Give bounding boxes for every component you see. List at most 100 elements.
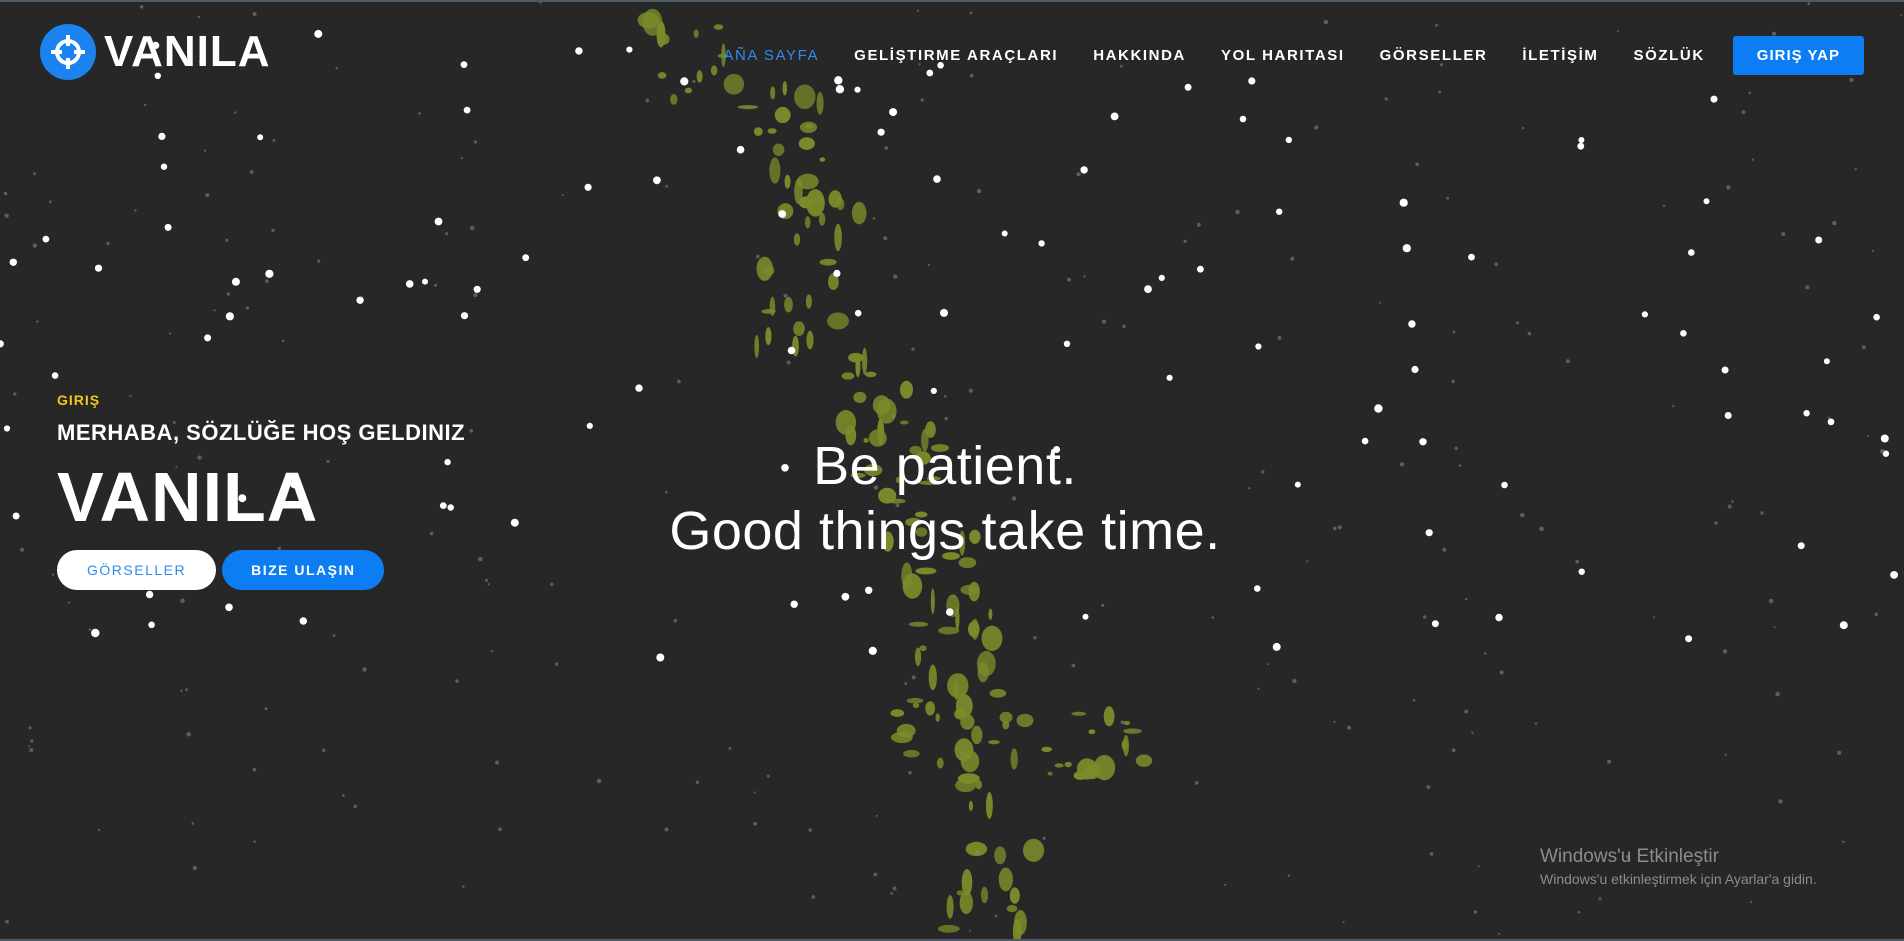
- paint-drop: [925, 701, 936, 716]
- star: [584, 183, 592, 191]
- faint-star: [353, 804, 357, 809]
- star: [145, 590, 154, 599]
- star: [422, 278, 428, 285]
- brand-logo[interactable]: VANILA: [40, 24, 271, 80]
- star: [1038, 240, 1045, 247]
- faint-star: [1451, 748, 1456, 753]
- faint-star: [28, 745, 30, 748]
- faint-star: [322, 748, 326, 752]
- faint-star: [185, 688, 189, 692]
- faint-star: [418, 112, 421, 115]
- star: [841, 592, 850, 601]
- nav-item-about[interactable]: HAKKINDA: [1093, 47, 1186, 64]
- star: [510, 518, 519, 527]
- faint-star: [786, 360, 791, 365]
- faint-star: [561, 194, 564, 197]
- paint-drop: [737, 105, 758, 110]
- faint-star: [143, 103, 147, 107]
- faint-star: [249, 170, 254, 174]
- faint-star: [665, 184, 669, 188]
- paint-drop: [980, 886, 989, 904]
- star: [160, 163, 168, 170]
- faint-star: [4, 213, 9, 218]
- faint-star: [252, 12, 257, 16]
- faint-star: [1423, 615, 1427, 619]
- faint-star: [1781, 232, 1786, 237]
- quote-line-1: Be patient.: [813, 436, 1077, 496]
- main-nav: AÑA SAYFA GELİŞTIRME ARAÇLARI HAKKINDA Y…: [688, 36, 1864, 75]
- faint-star: [1435, 23, 1438, 27]
- nav-item-roadmap[interactable]: YOL HARITASI: [1221, 47, 1345, 64]
- faint-star: [1616, 30, 1619, 33]
- paint-drop: [957, 773, 980, 784]
- faint-star: [904, 682, 908, 685]
- faint-star: [490, 649, 493, 653]
- faint-star: [1874, 612, 1878, 617]
- faint-star: [766, 774, 770, 778]
- faint-star: [969, 11, 973, 15]
- faint-star: [975, 850, 980, 855]
- paint-drop: [767, 128, 777, 134]
- faint-star: [1741, 110, 1746, 115]
- paint-drop: [988, 740, 1000, 745]
- paint-drop: [956, 890, 965, 896]
- star: [680, 77, 689, 86]
- star: [736, 145, 745, 154]
- faint-star: [1452, 330, 1456, 334]
- star: [635, 384, 643, 392]
- faint-star: [332, 634, 336, 637]
- faint-star: [1805, 285, 1810, 290]
- paint-drop: [968, 800, 974, 812]
- paint-drop: [784, 296, 793, 313]
- faint-star: [213, 309, 216, 312]
- faint-star: [1333, 720, 1336, 724]
- star: [626, 46, 633, 53]
- paint-drop: [796, 173, 819, 190]
- paint-drop: [841, 372, 855, 380]
- star: [933, 175, 941, 183]
- star: [656, 653, 665, 662]
- star: [1184, 83, 1192, 91]
- faint-star: [460, 157, 463, 160]
- paint-drop: [936, 757, 944, 769]
- nav-item-dictionary[interactable]: SÖZLÜK: [1634, 47, 1705, 64]
- paint-drop: [935, 713, 940, 722]
- contact-us-button[interactable]: BIZE ULAŞIN: [222, 550, 385, 590]
- faint-star: [1727, 504, 1732, 509]
- faint-star: [1292, 678, 1297, 684]
- paint-drop: [1073, 771, 1088, 780]
- star: [1890, 571, 1898, 579]
- star: [833, 269, 841, 277]
- nav-item-dev-tools[interactable]: GELİŞTIRME ARAÇLARI: [854, 47, 1058, 64]
- nav-item-gallery[interactable]: GÖRSELLER: [1380, 47, 1488, 64]
- faint-star: [139, 5, 144, 9]
- faint-star: [1539, 526, 1544, 532]
- watermark-title: Windows'u Etkinleştir: [1540, 846, 1719, 867]
- faint-star: [1337, 525, 1342, 530]
- star: [1827, 418, 1835, 426]
- paint-drop: [1123, 720, 1131, 726]
- star: [94, 264, 103, 272]
- faint-star: [271, 228, 275, 233]
- star: [522, 254, 530, 262]
- faint-star: [272, 138, 276, 142]
- nav-item-home[interactable]: AÑA SAYFA: [723, 47, 819, 64]
- faint-star: [1494, 262, 1499, 267]
- star: [1255, 343, 1262, 350]
- paint-drop: [798, 196, 814, 209]
- star: [1641, 311, 1648, 318]
- faint-star: [3, 191, 8, 196]
- faint-star: [1071, 663, 1076, 668]
- faint-star: [677, 379, 681, 384]
- login-button[interactable]: GIRIŞ YAP: [1732, 36, 1864, 75]
- paint-drop: [928, 664, 937, 691]
- nav-item-contact[interactable]: İLETİŞİM: [1522, 47, 1598, 64]
- paint-drop: [872, 395, 891, 415]
- faint-star: [976, 188, 982, 194]
- star: [586, 422, 593, 429]
- paint-drop: [761, 309, 776, 314]
- gallery-button[interactable]: GÖRSELLER: [57, 550, 217, 590]
- paint-drop: [1135, 754, 1153, 767]
- faint-star: [1499, 670, 1504, 675]
- star: [1276, 208, 1283, 215]
